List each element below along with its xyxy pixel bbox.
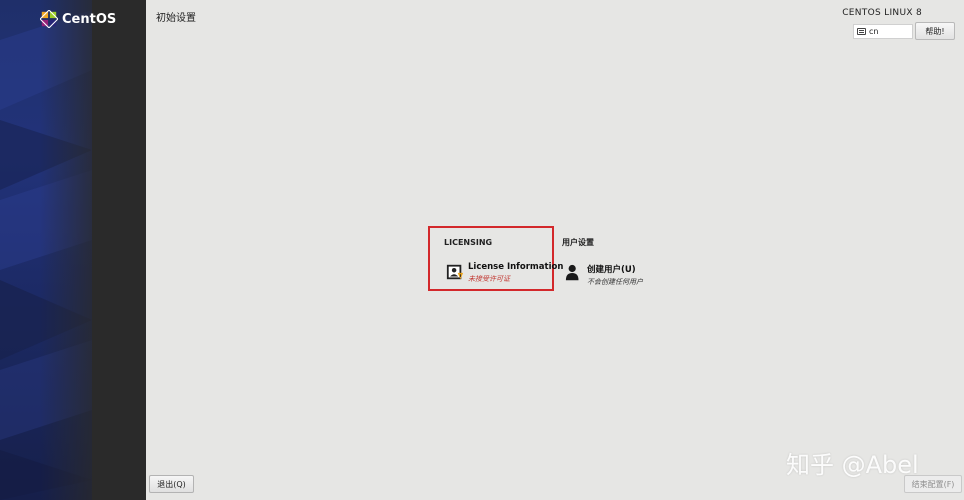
spoke-license-information[interactable]: License Information 未接受许可证	[446, 262, 563, 284]
spoke-title: License Information	[468, 262, 564, 272]
category-title-licensing: LICENSING	[444, 238, 493, 247]
sidebar-fade	[40, 0, 110, 500]
spoke-title: 创建用户(U)	[587, 265, 636, 275]
finish-configuration-button[interactable]: 结束配置(F)	[904, 475, 962, 493]
spoke-status: 未接受许可证	[468, 275, 510, 283]
keyboard-icon	[857, 28, 866, 35]
help-button[interactable]: 帮助!	[915, 22, 955, 40]
license-icon	[446, 264, 464, 280]
centos-logo: CentOS	[40, 10, 116, 28]
logo-text: CentOS	[62, 11, 117, 27]
keyboard-layout-indicator[interactable]: cn	[853, 24, 913, 39]
user-icon	[565, 264, 579, 281]
spoke-status: 不会创建任何用户	[587, 278, 643, 286]
spoke-create-user[interactable]: 创建用户(U) 不会创建任何用户	[565, 263, 643, 287]
watermark-text: 知乎 @Abel	[786, 451, 919, 479]
page-title: 初始设置	[156, 13, 196, 24]
centos-logo-icon	[40, 10, 58, 28]
keyboard-layout-label: cn	[869, 27, 879, 36]
sidebar: CentOS	[0, 0, 146, 500]
product-title: CENTOS LINUX 8	[842, 8, 922, 18]
initial-setup-window: CentOS 初始设置 CENTOS LINUX 8 cn 帮助! LICENS…	[0, 0, 964, 500]
category-title-user-settings: 用户设置	[562, 238, 594, 247]
quit-button[interactable]: 退出(Q)	[149, 475, 194, 493]
